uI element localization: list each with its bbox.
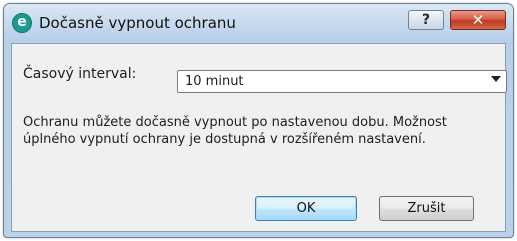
- eset-logo-icon: e: [12, 13, 32, 33]
- info-text: Ochranu můžete dočasně vypnout po nastav…: [23, 115, 447, 147]
- close-button[interactable]: ✕: [450, 10, 506, 30]
- interval-label: Časový interval:: [23, 66, 137, 82]
- interval-dropdown[interactable]: 10 minut: [177, 70, 507, 93]
- dialog-body: Časový interval: 10 minut Ochranu můžete…: [11, 43, 507, 232]
- chevron-down-icon[interactable]: [491, 76, 501, 82]
- dialog-window: e Dočasně vypnout ochranu ? ✕ Časový int…: [3, 3, 514, 238]
- title-bar[interactable]: e Dočasně vypnout ochranu ? ✕: [4, 4, 513, 44]
- interval-selected-value: 10 minut: [185, 74, 244, 89]
- cancel-button[interactable]: Zrušit: [379, 196, 474, 221]
- ok-button[interactable]: OK: [255, 196, 357, 221]
- dialog-title: Dočasně vypnout ochranu: [39, 14, 236, 32]
- help-button[interactable]: ?: [408, 10, 444, 30]
